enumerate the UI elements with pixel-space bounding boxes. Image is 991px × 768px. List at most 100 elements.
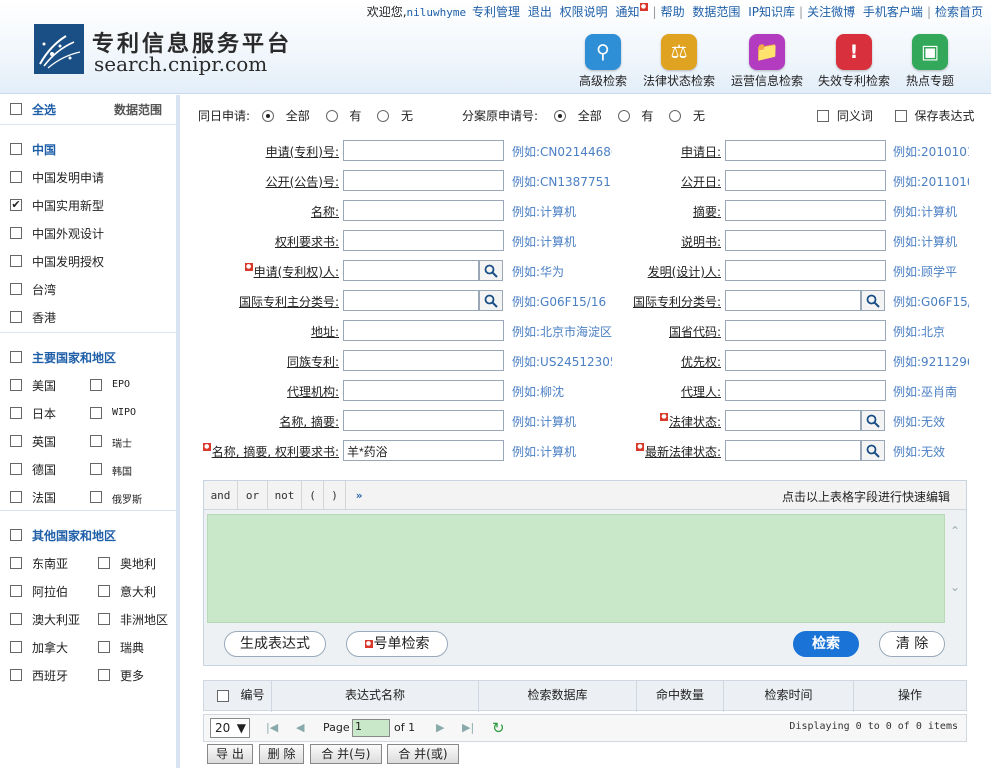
major-heading[interactable]: 主要国家和地区: [32, 349, 116, 366]
other-left-checkbox[interactable]: [10, 669, 22, 681]
field-label-left-10[interactable]: ● 名称, 摘要, 权利要求书:: [202, 443, 339, 460]
select-all-checkbox[interactable]: [10, 103, 22, 115]
china-item-checkbox[interactable]: ✔: [10, 199, 22, 211]
field-input-right-3[interactable]: [725, 230, 886, 251]
major-right-label[interactable]: EPO: [112, 379, 130, 390]
major-right-label[interactable]: 俄罗斯: [112, 491, 142, 506]
field-label-left-4[interactable]: ● 申请(专利权)人:: [244, 263, 339, 280]
other-left-checkbox[interactable]: [10, 585, 22, 597]
sidebar-item-china-3[interactable]: 中国发明授权: [0, 247, 176, 275]
field-label-right-7[interactable]: 优先权:: [681, 353, 721, 370]
field-input-right-6[interactable]: [725, 320, 886, 341]
field-input-right-2[interactable]: [725, 200, 886, 221]
major-left-checkbox[interactable]: [10, 491, 22, 503]
field-label-left-2[interactable]: 名称:: [311, 203, 339, 220]
scroll-up-icon[interactable]: ⌃: [948, 524, 962, 538]
same-day-yes-radio[interactable]: [325, 109, 338, 122]
other-right-label[interactable]: 更多: [120, 667, 144, 684]
home-link[interactable]: 检索首页: [935, 3, 983, 20]
field-label-right-8[interactable]: 代理人:: [681, 383, 721, 400]
sidebar-item-major[interactable]: 主要国家和地区: [0, 343, 176, 371]
same-day-all-radio[interactable]: [261, 109, 274, 122]
field-input-left-4[interactable]: [343, 260, 479, 281]
col-number[interactable]: 编号: [234, 681, 272, 712]
china-checkbox[interactable]: [10, 143, 22, 155]
sidebar-item-other[interactable]: 其他国家和地区: [0, 521, 176, 549]
delete-button[interactable]: 删 除: [258, 744, 305, 764]
major-left-label[interactable]: 英国: [32, 433, 56, 450]
ip-kb-link[interactable]: IP知识库: [748, 3, 795, 20]
china-item-label[interactable]: 香港: [32, 309, 56, 326]
other-left-label[interactable]: 澳大利亚: [32, 611, 80, 628]
hot-topics-button[interactable]: ▣ 热点专题: [885, 34, 975, 89]
other-left-label[interactable]: 西班牙: [32, 667, 68, 684]
china-item-label[interactable]: 中国外观设计: [32, 225, 104, 242]
merge-or-button[interactable]: 合 并(或): [387, 744, 459, 764]
field-label-left-5[interactable]: 国际专利主分类号:: [239, 293, 339, 310]
search-button[interactable]: 检索: [793, 631, 859, 657]
field-search-button[interactable]: [479, 290, 503, 311]
col-hits[interactable]: 命中数量: [637, 681, 724, 712]
generate-expression-button[interactable]: 生成表达式: [224, 631, 326, 657]
china-item-checkbox[interactable]: [10, 283, 22, 295]
field-input-left-10[interactable]: 羊*药浴: [343, 440, 504, 461]
china-item-label[interactable]: 台湾: [32, 281, 56, 298]
field-input-right-4[interactable]: [725, 260, 886, 281]
field-input-left-5[interactable]: [343, 290, 479, 311]
other-right-checkbox[interactable]: [98, 641, 110, 653]
other-right-checkbox[interactable]: [98, 557, 110, 569]
major-right-checkbox[interactable]: [90, 407, 102, 419]
major-left-checkbox[interactable]: [10, 435, 22, 447]
major-checkbox[interactable]: [10, 351, 22, 363]
select-all-label[interactable]: 全选: [32, 101, 56, 118]
field-input-right-1[interactable]: [725, 170, 886, 191]
field-input-left-7[interactable]: [343, 350, 504, 371]
synonym-checkbox[interactable]: [817, 109, 829, 122]
other-heading[interactable]: 其他国家和地区: [32, 527, 116, 544]
not-button[interactable]: not: [268, 481, 302, 510]
china-item-label[interactable]: 中国实用新型: [32, 197, 104, 214]
col-expr-name[interactable]: 表达式名称: [272, 681, 479, 712]
field-input-right-5[interactable]: [725, 290, 861, 311]
major-left-label[interactable]: 日本: [32, 405, 56, 422]
other-right-label[interactable]: 奥地利: [120, 555, 156, 572]
sidebar-item-china-4[interactable]: 台湾: [0, 275, 176, 303]
other-left-label[interactable]: 加拿大: [32, 639, 68, 656]
field-label-left-1[interactable]: 公开(公告)号:: [266, 173, 339, 190]
other-left-label[interactable]: 东南亚: [32, 555, 68, 572]
export-button[interactable]: 导 出: [207, 744, 253, 764]
other-right-checkbox[interactable]: [98, 585, 110, 597]
patent-mgmt-link[interactable]: 专利管理: [472, 3, 520, 20]
field-input-right-0[interactable]: [725, 140, 886, 161]
field-label-right-1[interactable]: 公开日:: [681, 173, 721, 190]
division-no-radio[interactable]: [669, 109, 682, 122]
select-all-row[interactable]: 全选 数据范围: [0, 95, 176, 123]
expand-icon[interactable]: »: [346, 481, 372, 510]
close-paren-button[interactable]: ): [324, 481, 346, 510]
field-label-left-9[interactable]: 名称, 摘要:: [279, 413, 339, 430]
logout-link[interactable]: 退出: [528, 3, 552, 20]
field-input-left-0[interactable]: [343, 140, 504, 161]
major-right-label[interactable]: 韩国: [112, 463, 132, 478]
or-button[interactable]: or: [238, 481, 268, 510]
history-select-all-checkbox[interactable]: [217, 690, 229, 702]
field-label-right-0[interactable]: 申请日:: [681, 143, 721, 160]
major-left-checkbox[interactable]: [10, 407, 22, 419]
clear-button[interactable]: 清 除: [879, 631, 945, 657]
major-right-checkbox[interactable]: [90, 463, 102, 475]
mobile-link[interactable]: 手机客户端: [863, 3, 923, 20]
field-label-right-2[interactable]: 摘要:: [693, 203, 721, 220]
sidebar-item-china-0[interactable]: 中国发明申请: [0, 163, 176, 191]
field-input-left-1[interactable]: [343, 170, 504, 191]
china-item-checkbox[interactable]: [10, 311, 22, 323]
major-right-checkbox[interactable]: [90, 379, 102, 391]
page-size-select[interactable]: 20 ▼: [210, 718, 250, 738]
legal-status-search-button[interactable]: ⚖ 法律状态检索: [634, 34, 724, 89]
field-label-right-3[interactable]: 说明书:: [681, 233, 721, 250]
other-checkbox[interactable]: [10, 529, 22, 541]
major-left-checkbox[interactable]: [10, 463, 22, 475]
china-item-checkbox[interactable]: [10, 255, 22, 267]
other-right-checkbox[interactable]: [98, 669, 110, 681]
sidebar-item-china[interactable]: 中国: [0, 135, 176, 163]
field-input-left-8[interactable]: [343, 380, 504, 401]
